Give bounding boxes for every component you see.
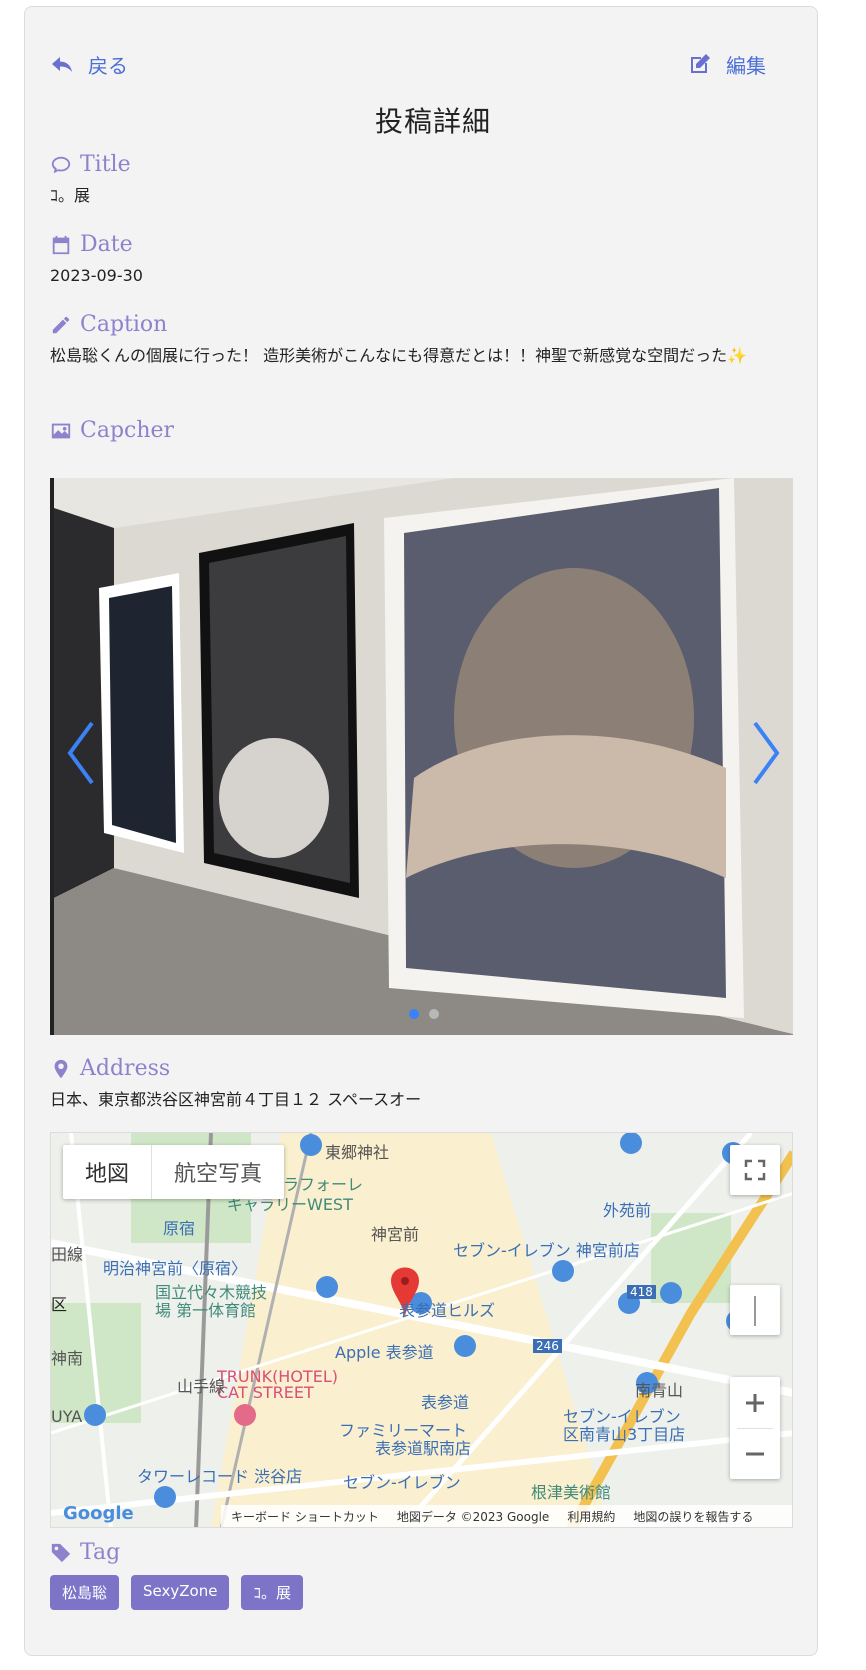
map-label: 神宮前 <box>371 1225 420 1244</box>
carousel-next-button[interactable] <box>745 718 785 788</box>
map-label: 山手線 <box>177 1377 226 1396</box>
map-label: タワーレコード 渋谷店 <box>137 1467 303 1486</box>
photo-carousel[interactable] <box>50 478 793 1035</box>
address-section: Address 日本、東京都渋谷区神宮前４丁目１２ スペースオー <box>50 1056 840 1111</box>
top-nav: 戻る 編集 <box>50 44 766 84</box>
pegman-icon <box>754 1296 756 1326</box>
pencil-icon <box>52 316 70 333</box>
map-label: 表参道 <box>421 1393 470 1412</box>
title-section: Title ｺ。展 <box>50 152 840 207</box>
keyboard-shortcuts-link[interactable]: キーボード ショートカット <box>231 1508 379 1525</box>
map-label: 外苑前 <box>603 1201 652 1220</box>
map-label: UYA <box>51 1407 83 1426</box>
address-value: 日本、東京都渋谷区神宮前４丁目１２ スペースオー <box>50 1090 422 1109</box>
caption-section: Caption 松島聡くんの個展に行った！ 造形美術がこんなにも得意だとは！！神… <box>50 312 786 367</box>
zoom-in-button[interactable] <box>730 1378 780 1428</box>
date-section: Date 2023-09-30 <box>50 232 840 287</box>
map-label: セブン-イレブン <box>343 1473 461 1492</box>
carousel-prev-button[interactable] <box>62 718 102 788</box>
title-value: ｺ。展 <box>50 186 91 205</box>
map-label: 東郷神社 <box>325 1143 390 1162</box>
map-type-control: 地図 航空写真 <box>63 1145 285 1199</box>
pegman-button[interactable] <box>730 1285 780 1335</box>
chevron-left-icon <box>67 721 94 785</box>
map-label: 418 <box>627 1285 656 1299</box>
tag-label: Tag <box>80 1540 121 1565</box>
fullscreen-icon <box>744 1159 766 1181</box>
map-label: 南青山 <box>635 1381 684 1400</box>
plus-icon <box>746 1393 764 1412</box>
date-value: 2023-09-30 <box>50 266 143 285</box>
map-marker-icon <box>54 1059 68 1078</box>
map-type-satellite-button[interactable]: 航空写真 <box>151 1145 284 1199</box>
carousel-dot[interactable] <box>408 1009 419 1019</box>
carousel-dot[interactable] <box>428 1009 439 1019</box>
zoom-control <box>730 1377 780 1479</box>
map-label: 区南青山3丁目店 <box>563 1425 686 1444</box>
tag-chip[interactable]: SexyZone <box>131 1575 230 1610</box>
map-label: 区 <box>51 1295 68 1314</box>
capture-section: Capcher <box>50 418 840 443</box>
tag-section: Tag 松島聡 SexyZone ｺ。展 <box>50 1540 840 1610</box>
google-map[interactable]: 東郷神社 ラフォーレ ギャラリーWEST 原宿 神宮前 外苑前 田線 明治神宮前… <box>50 1132 793 1528</box>
back-button[interactable]: 戻る <box>50 50 128 79</box>
image-icon <box>51 423 71 438</box>
map-label: 表参道ヒルズ <box>399 1301 496 1320</box>
map-label: 場 第一体育館 <box>155 1301 257 1320</box>
map-label: 原宿 <box>163 1219 196 1238</box>
map-label: 明治神宮前〈原宿〉 <box>103 1259 248 1278</box>
map-label: 根津美術館 <box>531 1483 612 1502</box>
comment-icon <box>51 156 71 173</box>
caption-label: Caption <box>80 312 168 337</box>
tag-icon <box>51 1543 71 1562</box>
tag-list: 松島聡 SexyZone ｺ。展 <box>50 1575 840 1610</box>
title-label: Title <box>80 152 131 177</box>
map-label: 田線 <box>51 1245 84 1264</box>
chevron-right-icon <box>753 721 780 785</box>
terms-link[interactable]: 利用規約 <box>567 1508 615 1525</box>
map-label: Apple 表参道 <box>335 1343 434 1362</box>
carousel-dots <box>54 1009 793 1019</box>
date-label: Date <box>80 232 133 257</box>
map-label: 表参道駅南店 <box>375 1439 472 1458</box>
map-label: CAT STREET <box>217 1383 314 1402</box>
report-error-link[interactable]: 地図の誤りを報告する <box>633 1508 753 1525</box>
map-footer: キーボード ショートカット 地図データ ©2023 Google 利用規約 地図… <box>221 1505 792 1527</box>
address-label: Address <box>80 1056 171 1081</box>
tag-chip[interactable]: ｺ。展 <box>241 1575 303 1610</box>
edit-label: 編集 <box>726 53 766 78</box>
reply-arrow-icon <box>52 57 72 72</box>
map-label: 神南 <box>51 1349 84 1368</box>
edit-button[interactable]: 編集 <box>688 50 766 79</box>
caption-value: 松島聡くんの個展に行った！ 造形美術がこんなにも得意だとは！！神聖で新感覚な空間… <box>50 346 748 365</box>
exhibition-photo <box>54 478 793 1035</box>
fullscreen-button[interactable] <box>730 1145 780 1195</box>
google-logo: Google <box>63 1503 134 1524</box>
page-title: 投稿詳細 <box>374 105 491 138</box>
capture-label: Capcher <box>80 418 175 443</box>
tag-chip[interactable]: 松島聡 <box>50 1575 120 1610</box>
map-data-text: 地図データ ©2023 Google <box>396 1509 550 1524</box>
minus-icon <box>746 1452 764 1455</box>
map-type-map-button[interactable]: 地図 <box>63 1145 151 1199</box>
map-label: セブン-イレブン 神宮前店 <box>453 1241 640 1260</box>
back-label: 戻る <box>88 53 128 78</box>
calendar-icon <box>52 235 70 254</box>
zoom-out-button[interactable] <box>730 1429 780 1479</box>
edit-icon <box>691 54 710 73</box>
map-label: 246 <box>533 1339 562 1353</box>
